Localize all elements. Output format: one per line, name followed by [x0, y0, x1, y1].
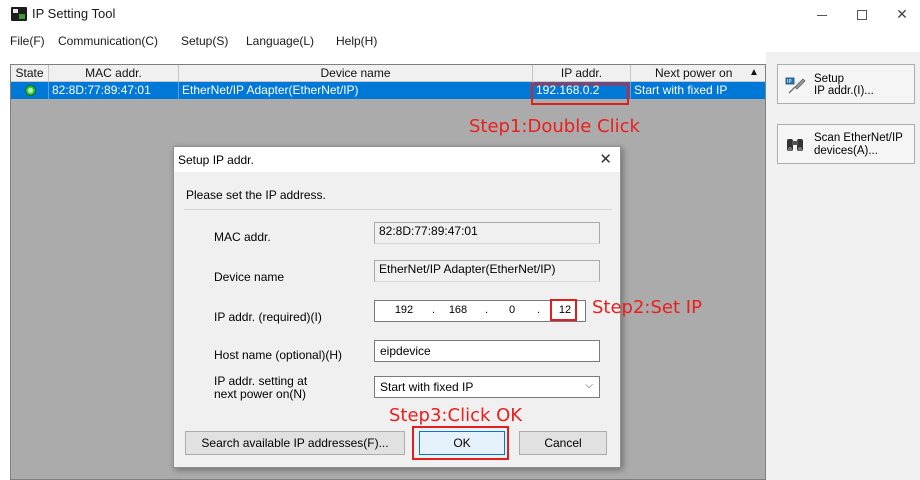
ip-label: IP addr. (required)(I): [214, 310, 322, 324]
minimize-button[interactable]: [808, 3, 836, 25]
highlight-ip-cell: [531, 83, 629, 105]
cancel-button[interactable]: Cancel: [519, 431, 607, 455]
device-name-label: Device name: [214, 270, 285, 284]
scan-devices-line1: Scan EtherNet/IP: [814, 132, 903, 144]
device-list-header: State MAC addr. Device name IP addr. Nex…: [11, 65, 765, 82]
column-header-next-power-on[interactable]: Next power on ▲: [631, 65, 765, 82]
column-header-ip[interactable]: IP addr.: [533, 65, 631, 82]
next-power-on-label-line2: next power on(N): [214, 387, 307, 401]
setup-ip-line2: IP addr.(I)...: [814, 85, 874, 97]
maximize-button[interactable]: [848, 3, 876, 25]
host-name-label: Host name (optional)(H): [214, 348, 343, 362]
ip-octet-3[interactable]: 0: [497, 304, 527, 316]
row-next-power-on-cell: Start with fixed IP: [634, 83, 728, 97]
dialog-heading: Please set the IP address.: [186, 188, 326, 202]
maximize-icon: [857, 10, 867, 21]
ip-dot-3: .: [537, 304, 541, 316]
mac-label: MAC addr.: [214, 230, 271, 244]
mac-field: 82:8D:77:89:47:01: [374, 222, 600, 244]
row-state-cell: [11, 82, 49, 99]
app-icon: [11, 7, 27, 21]
next-power-on-label: IP addr. setting at next power on(N): [214, 375, 307, 401]
sort-ascending-icon: ▲: [749, 67, 759, 78]
title-bar: IP Setting Tool ✕: [0, 0, 920, 30]
minimize-icon: [817, 14, 827, 16]
window-title: IP Setting Tool: [32, 6, 116, 21]
row-device-name-cell: EtherNet/IP Adapter(EtherNet/IP): [179, 82, 533, 99]
column-header-device-name[interactable]: Device name: [179, 65, 533, 82]
highlight-ip-octet: [550, 299, 577, 321]
menu-language[interactable]: Language(L): [246, 34, 314, 48]
step3-annotation: Step3:Click OK: [389, 405, 523, 426]
column-header-mac[interactable]: MAC addr.: [49, 65, 179, 82]
svg-text:IP: IP: [787, 79, 792, 85]
scan-devices-button[interactable]: Scan EtherNet/IP devices(A)...: [777, 124, 915, 164]
next-power-on-select[interactable]: Start with fixed IP ⌵: [374, 376, 600, 398]
next-power-on-value: Start with fixed IP: [380, 380, 474, 394]
menu-setup[interactable]: Setup(S): [181, 34, 228, 48]
dialog-close-icon[interactable]: ✕: [599, 150, 612, 168]
step2-annotation: Step2:Set IP: [592, 297, 702, 318]
setup-ip-icon: IP: [785, 77, 806, 94]
ip-dot-1: .: [432, 304, 436, 316]
chevron-down-icon: ⌵: [585, 380, 593, 391]
menu-bar: File(F) Communication(C) Setup(S) Langua…: [0, 30, 920, 52]
binoculars-icon: [787, 139, 803, 151]
action-panel: IP Setup IP addr.(I)... Scan EtherNet/IP…: [766, 52, 920, 480]
row-mac-cell: 82:8D:77:89:47:01: [49, 82, 179, 99]
menu-communication[interactable]: Communication(C): [58, 34, 158, 48]
scan-devices-line2: devices(A)...: [814, 145, 878, 157]
ip-octet-1[interactable]: 192: [389, 304, 419, 316]
ip-octet-2[interactable]: 168: [443, 304, 473, 316]
highlight-ok-button: [412, 426, 509, 460]
ip-dot-2: .: [485, 304, 489, 316]
setup-ip-button[interactable]: IP Setup IP addr.(I)...: [777, 64, 915, 104]
column-header-state[interactable]: State: [11, 65, 49, 82]
column-header-next-power-on-label: Next power on: [655, 66, 733, 80]
step1-annotation: Step1:Double Click: [469, 116, 640, 137]
table-row[interactable]: 82:8D:77:89:47:01 EtherNet/IP Adapter(Et…: [11, 82, 765, 99]
close-icon: ✕: [896, 6, 908, 22]
search-available-ip-button[interactable]: Search available IP addresses(F)...: [185, 431, 405, 455]
device-name-field: EtherNet/IP Adapter(EtherNet/IP): [374, 260, 600, 282]
menu-file[interactable]: File(F): [10, 34, 45, 48]
dialog-title: Setup IP addr.: [178, 153, 254, 167]
dialog-title-bar: Setup IP addr. ✕: [174, 147, 620, 172]
host-name-input[interactable]: eipdevice: [374, 340, 600, 362]
menu-help[interactable]: Help(H): [336, 34, 377, 48]
status-online-icon: [25, 85, 36, 96]
close-window-button[interactable]: ✕: [888, 3, 916, 25]
